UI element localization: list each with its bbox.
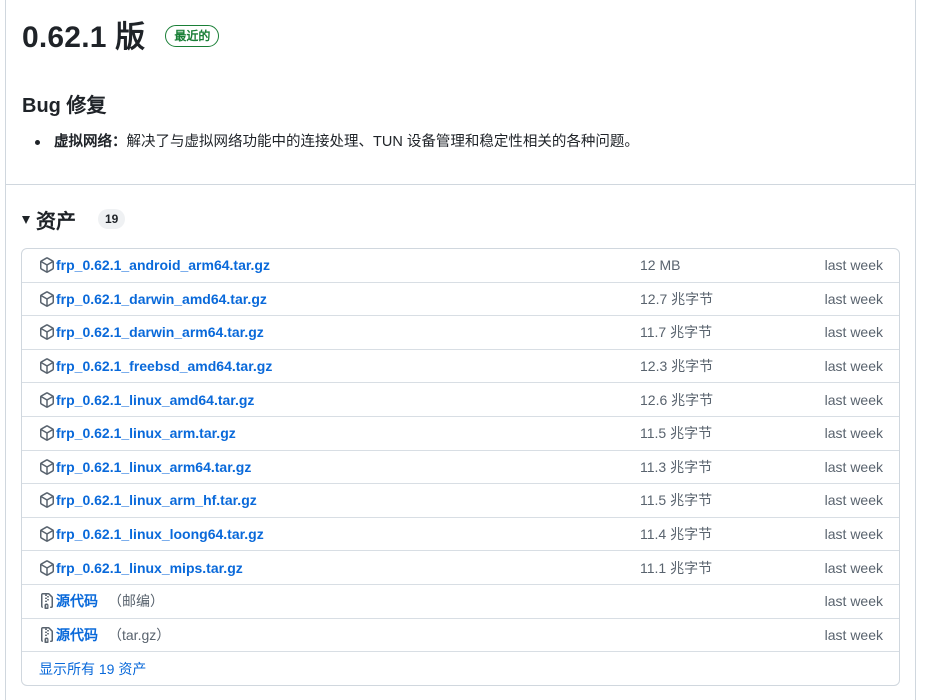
release-header: 0.62.1 版 最近的 [22, 12, 220, 56]
release-title[interactable]: 0.62.1 版 [22, 12, 145, 56]
asset-row: frp_0.62.1_linux_loong64.tar.gz 11.4 兆字节… [22, 518, 899, 552]
asset-size: 12.3 兆字节 [640, 358, 714, 375]
show-all-assets-link[interactable]: 显示所有 19 资产 [39, 659, 146, 679]
package-icon [39, 459, 55, 475]
asset-name: frp_0.62.1_darwin_arm64.tar.gz [56, 324, 264, 341]
asset-size: 12 MB [640, 257, 681, 274]
asset-name: frp_0.62.1_linux_mips.tar.gz [56, 559, 243, 576]
asset-size: 12.6 兆字节 [640, 391, 714, 408]
asset-date: last week [824, 458, 883, 475]
asset-date: last week [824, 290, 883, 307]
package-icon [39, 257, 55, 274]
asset-row: frp_0.62.1_linux_arm64.tar.gz 11.3 兆字节 l… [22, 451, 899, 485]
asset-size: 11.5 兆字节 [640, 492, 713, 509]
asset-download-link[interactable]: frp_0.62.1_freebsd_amd64.tar.gz [39, 358, 272, 374]
assets-toggle[interactable]: 资产 19 [22, 205, 126, 233]
asset-date: last week [824, 593, 883, 610]
asset-row: frp_0.62.1_linux_arm.tar.gz 11.5 兆字节 las… [22, 417, 899, 451]
source-code-format: （tar.gz） [108, 626, 171, 643]
bug-fix-heading: Bug 修复 [22, 95, 107, 117]
asset-date: last week [824, 425, 883, 442]
asset-name: frp_0.62.1_linux_arm_hf.tar.gz [56, 492, 257, 509]
asset-size: 11.5 兆字节 [640, 425, 713, 442]
bullet-icon [35, 140, 40, 145]
file-zip-icon [39, 593, 55, 610]
source-code-link[interactable]: 源代码 （tar.gz） [39, 625, 170, 645]
asset-date: last week [824, 626, 883, 643]
asset-row: frp_0.62.1_linux_mips.tar.gz 11.1 兆字节 la… [22, 551, 899, 585]
asset-row: frp_0.62.1_darwin_arm64.tar.gz 11.7 兆字节 … [22, 316, 899, 350]
asset-download-link[interactable]: frp_0.62.1_linux_arm_hf.tar.gz [39, 492, 257, 508]
source-code-row: 源代码 （邮编） last week [22, 585, 899, 619]
asset-row: frp_0.62.1_linux_arm_hf.tar.gz 11.5 兆字节 … [22, 484, 899, 518]
asset-row: frp_0.62.1_darwin_amd64.tar.gz 12.7 兆字节 … [22, 283, 899, 317]
asset-date: last week [824, 257, 883, 274]
asset-date: last week [824, 358, 883, 375]
asset-download-link[interactable]: frp_0.62.1_darwin_amd64.tar.gz [39, 291, 267, 307]
release-card: 0.62.1 版 最近的 Bug 修复 虚拟网络：解决了与虚拟网络功能中的连接处… [5, 0, 916, 700]
source-code-name: 源代码 [56, 593, 98, 610]
asset-row: frp_0.62.1_freebsd_amd64.tar.gz 12.3 兆字节… [22, 350, 899, 384]
asset-name: frp_0.62.1_linux_amd64.tar.gz [56, 391, 255, 408]
asset-date: last week [824, 492, 883, 509]
latest-badge: 最近的 [165, 25, 220, 47]
asset-name: frp_0.62.1_linux_loong64.tar.gz [56, 526, 264, 543]
asset-name: frp_0.62.1_android_arm64.tar.gz [56, 257, 270, 274]
assets-label: 资产 [36, 210, 76, 233]
asset-date: last week [824, 324, 883, 341]
asset-download-link[interactable]: frp_0.62.1_android_arm64.tar.gz [39, 257, 270, 273]
package-icon [39, 492, 55, 509]
show-all-row: 显示所有 19 资产 [22, 652, 899, 685]
asset-row: frp_0.62.1_linux_amd64.tar.gz 12.6 兆字节 l… [22, 383, 899, 417]
assets-count-badge: 19 [98, 209, 126, 229]
package-icon [39, 358, 55, 374]
source-code-link[interactable]: 源代码 （邮编） [39, 591, 164, 611]
asset-date: last week [824, 559, 883, 576]
assets-list: frp_0.62.1_android_arm64.tar.gz 12 MB la… [21, 248, 900, 686]
bug-fix-item: 虚拟网络：解决了与虚拟网络功能中的连接处理、TUN 设备管理和稳定性相关的各种问… [35, 131, 914, 153]
asset-name: frp_0.62.1_freebsd_amd64.tar.gz [56, 358, 273, 375]
asset-row: frp_0.62.1_android_arm64.tar.gz 12 MB la… [22, 249, 899, 283]
asset-size: 11.4 兆字节 [640, 526, 713, 543]
asset-download-link[interactable]: frp_0.62.1_linux_arm.tar.gz [39, 425, 236, 441]
bug-fix-item-title: 虚拟网络： [54, 134, 127, 150]
source-code-name: 源代码 [56, 626, 98, 643]
asset-size: 12.7 兆字节 [640, 290, 714, 307]
package-icon [39, 324, 55, 341]
asset-name: frp_0.62.1_linux_arm64.tar.gz [56, 458, 252, 475]
package-icon [39, 425, 55, 442]
triangle-down-icon [22, 216, 30, 224]
package-icon [39, 559, 55, 576]
asset-date: last week [824, 526, 883, 543]
asset-download-link[interactable]: frp_0.62.1_linux_amd64.tar.gz [39, 392, 254, 408]
asset-download-link[interactable]: frp_0.62.1_darwin_arm64.tar.gz [39, 324, 264, 340]
asset-name: frp_0.62.1_linux_arm.tar.gz [56, 425, 236, 442]
source-code-format: （邮编） [108, 593, 164, 610]
file-zip-icon [39, 626, 55, 643]
asset-size: 11.1 兆字节 [640, 559, 713, 576]
asset-download-link[interactable]: frp_0.62.1_linux_arm64.tar.gz [39, 459, 251, 475]
section-divider [6, 184, 915, 185]
asset-download-link[interactable]: frp_0.62.1_linux_loong64.tar.gz [39, 526, 264, 542]
asset-date: last week [824, 391, 883, 408]
asset-download-link[interactable]: frp_0.62.1_linux_mips.tar.gz [39, 560, 243, 576]
package-icon [39, 391, 55, 408]
asset-size: 11.7 兆字节 [640, 324, 713, 341]
bug-fix-list: 虚拟网络：解决了与虚拟网络功能中的连接处理、TUN 设备管理和稳定性相关的各种问… [35, 131, 914, 153]
asset-name: frp_0.62.1_darwin_amd64.tar.gz [56, 290, 267, 307]
bug-fix-item-text: 解决了与虚拟网络功能中的连接处理、TUN 设备管理和稳定性相关的各种问题。 [126, 134, 639, 150]
package-icon [39, 291, 55, 307]
asset-size: 11.3 兆字节 [640, 458, 713, 475]
source-code-row: 源代码 （tar.gz） last week [22, 619, 899, 653]
package-icon [39, 526, 55, 542]
